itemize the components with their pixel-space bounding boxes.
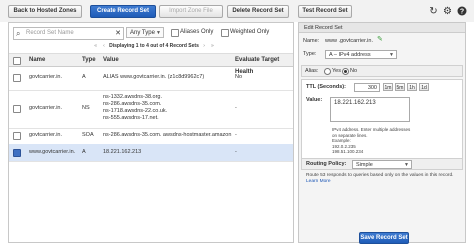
routing-policy-label: Routing Policy:	[306, 161, 347, 167]
routing-section: Routing Policy: Simple ▼	[301, 158, 463, 170]
edit-record-set-panel: Edit Record Set Name: www .govtcarrier.i…	[298, 22, 466, 244]
name-value: www .govtcarrier.in.	[325, 38, 373, 44]
chevron-down-icon: ▼	[404, 162, 409, 168]
row-checkbox[interactable]	[13, 105, 21, 113]
table-row[interactable]: govtcarrier.in. SOA ns-286.awsdns-35.com…	[9, 128, 293, 145]
type-filter-select[interactable]: Any Type ▼	[126, 27, 164, 38]
pagination-text: Displaying 1 to 4 out of 4 Record Sets	[109, 43, 199, 49]
ttl-5m-button[interactable]: 5m	[395, 83, 405, 91]
routing-description-text: Route 53 responds to queries based only …	[306, 173, 454, 178]
column-name[interactable]: Name	[29, 54, 45, 66]
type-select[interactable]: A – IPv4 address ▼	[325, 50, 397, 59]
record-type: SOA	[82, 132, 94, 138]
search-placeholder: Record Set Name	[26, 30, 74, 36]
value-label: Value:	[306, 97, 323, 103]
record-name: govtcarrier.in.	[29, 74, 63, 80]
learn-more-link[interactable]: Learn More	[306, 179, 331, 184]
row-checkbox[interactable]	[13, 132, 21, 140]
record-health: No	[235, 74, 243, 80]
pagination: « ‹ Displaying 1 to 4 out of 4 Record Set…	[19, 42, 289, 50]
record-details-section: TTL (Seconds): 300 1m 5m 1h 1d Value: 18…	[301, 79, 463, 169]
create-record-set-button[interactable]: Create Record Set	[90, 5, 156, 18]
edit-name-icon[interactable]: ✎	[377, 36, 383, 44]
refresh-icon[interactable]: ↻	[428, 6, 439, 17]
name-label: Name:	[303, 38, 320, 44]
ttl-label: TTL (Seconds):	[306, 84, 346, 90]
table-header: Name Type Value Evaluate Target Health	[9, 53, 293, 75]
ttl-1h-button[interactable]: 1h	[407, 83, 417, 91]
ttl-1d-button[interactable]: 1d	[419, 83, 429, 91]
weighted-only-checkbox[interactable]	[221, 29, 229, 37]
record-name: govtcarrier.in.	[29, 105, 63, 111]
type-filter-value: Any Type	[130, 30, 155, 36]
help-icon[interactable]: ?	[456, 6, 467, 17]
record-type: A	[82, 74, 86, 80]
record-value: ns-286.awsdns-35.com. awsdns-hostmaster.…	[103, 132, 232, 138]
record-health: -	[235, 132, 237, 138]
table-row[interactable]: govtcarrier.in. NS ns-1332.awsdns-38.org…	[9, 90, 293, 129]
search-input[interactable]: ⌕ Record Set Name ✕	[13, 27, 124, 40]
alias-label: Alias:	[305, 68, 319, 74]
svg-text:?: ?	[459, 9, 463, 16]
record-type: NS	[82, 105, 90, 111]
aliases-only-label: Aliases Only	[180, 29, 214, 35]
weighted-only-label: Weighted Only	[230, 29, 270, 35]
table-row[interactable]: govtcarrier.in. A ALIAS www.govtcarrier.…	[9, 66, 293, 91]
record-name: govtcarrier.in.	[29, 132, 63, 138]
chevron-down-icon: ▼	[389, 52, 394, 58]
select-all-checkbox[interactable]	[13, 57, 21, 65]
record-health: -	[235, 149, 237, 155]
test-record-set-button[interactable]: Test Record Set	[298, 5, 352, 18]
alias-yes-radio[interactable]	[324, 68, 331, 75]
record-type: A	[82, 149, 86, 155]
table-row-selected[interactable]: www.govtcarrier.in. A 18.221.162.213 -	[9, 144, 293, 162]
alias-no-label: No	[350, 68, 358, 74]
ttl-presets: 1m 5m 1h 1d	[383, 83, 433, 92]
clear-search-icon[interactable]: ✕	[115, 28, 121, 39]
chevron-down-icon: ▼	[156, 30, 161, 36]
toolbar: Back to Hosted Zones Create Record Set I…	[0, 0, 474, 22]
value-hint: IPv4 address. Enter multiple addresses o…	[332, 127, 411, 154]
record-value: 18.221.162.213	[103, 149, 142, 155]
column-value[interactable]: Value	[103, 54, 119, 66]
next-page-icon[interactable]: ›	[203, 43, 205, 49]
first-page-icon[interactable]: «	[94, 43, 97, 49]
panel-title: Edit Record Set	[299, 23, 465, 33]
import-zone-file-button[interactable]: Import Zone File	[159, 5, 223, 18]
record-health: -	[235, 105, 237, 111]
prev-page-icon[interactable]: ‹	[103, 43, 105, 49]
routing-policy-select[interactable]: Simple ▼	[352, 160, 412, 169]
delete-record-set-button[interactable]: Delete Record Set	[227, 5, 289, 18]
value-textarea[interactable]: 18.221.162.213	[330, 97, 410, 122]
last-page-icon[interactable]: »	[211, 43, 214, 49]
routing-policy-value: Simple	[356, 162, 373, 168]
aliases-only-checkbox[interactable]	[171, 29, 179, 37]
back-to-hosted-zones-button[interactable]: Back to Hosted Zones	[8, 5, 82, 18]
row-checkbox[interactable]	[13, 74, 21, 82]
search-icon: ⌕	[16, 29, 21, 38]
alias-section: Alias: Yes No	[301, 65, 463, 77]
record-name: www.govtcarrier.in.	[29, 149, 76, 155]
save-record-set-button[interactable]: Save Record Set	[359, 232, 409, 244]
row-checkbox[interactable]	[13, 149, 21, 157]
column-type[interactable]: Type	[82, 54, 96, 66]
record-sets-panel: ⌕ Record Set Name ✕ Any Type ▼ Aliases O…	[8, 22, 294, 243]
record-value: ns-1332.awsdns-38.org. ns-286.awsdns-35.…	[103, 94, 168, 121]
alias-yes-label: Yes	[332, 68, 341, 74]
routing-description: Route 53 responds to queries based only …	[306, 173, 461, 185]
type-label: Type:	[303, 51, 317, 57]
ttl-input[interactable]: 300	[354, 83, 380, 92]
alias-no-radio[interactable]	[342, 68, 349, 75]
type-select-value: A – IPv4 address	[329, 52, 371, 58]
ttl-1m-button[interactable]: 1m	[383, 83, 393, 91]
record-value: ALIAS www.govtcarrier.in. (z1c8d9962c7)	[103, 74, 205, 80]
gear-icon[interactable]: ⚙	[442, 6, 453, 17]
